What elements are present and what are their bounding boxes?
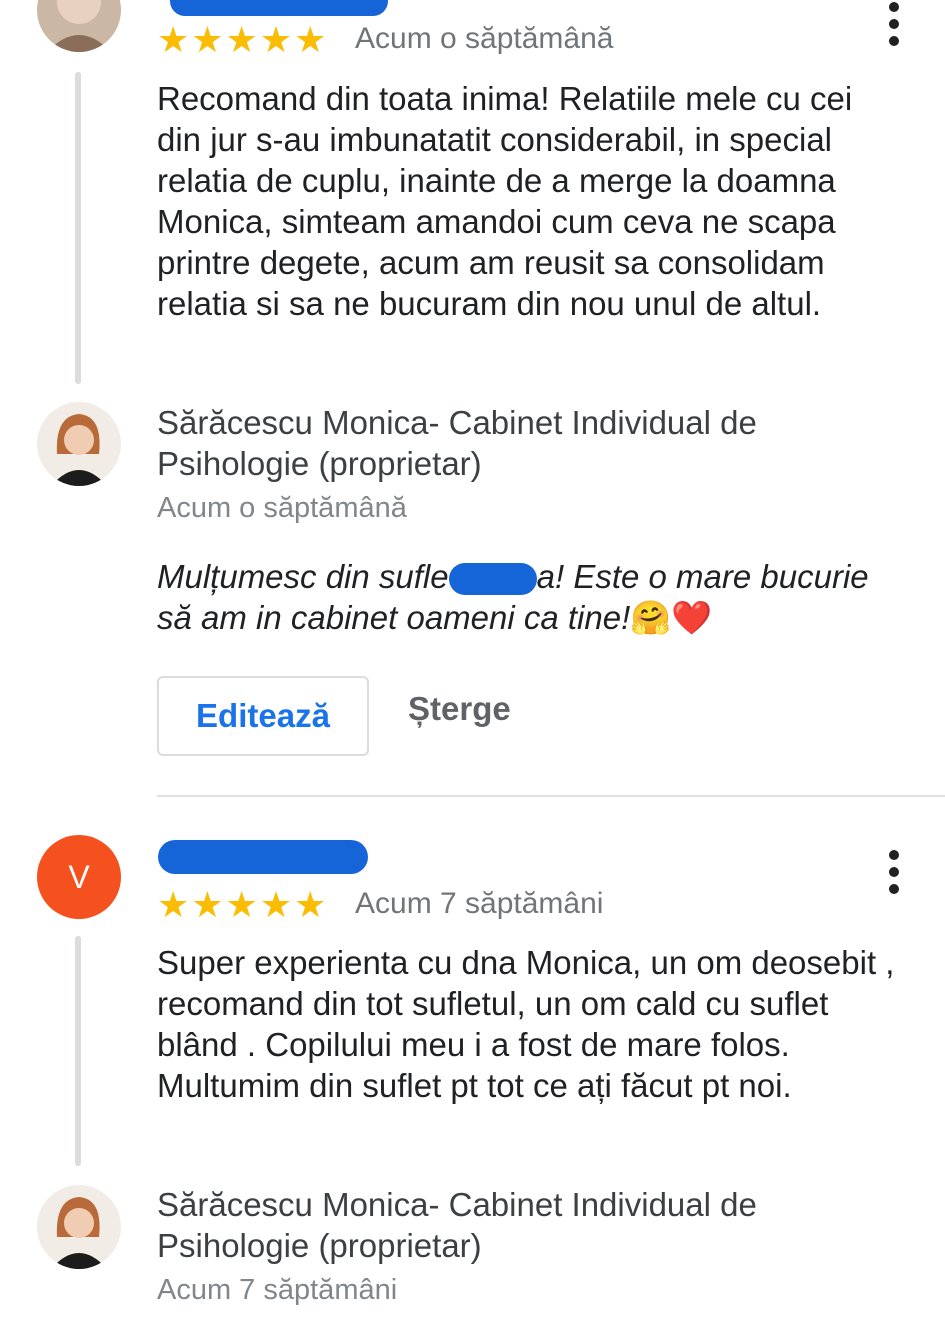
hug-heart-emoji: 🤗❤️: [630, 599, 713, 636]
review-text: Recomand din toata inima! Relatiile mele…: [157, 80, 853, 322]
thread-line: [75, 72, 81, 384]
more-options-icon[interactable]: [882, 2, 906, 46]
review-time: Acum 7 săptămâni: [355, 887, 604, 920]
redacted-name: [448, 563, 537, 596]
review-divider: [157, 795, 945, 797]
owner-reply-time: Acum o săptămână: [157, 492, 407, 524]
edit-reply-button[interactable]: Editează: [157, 676, 369, 756]
owner-avatar: [37, 1185, 121, 1269]
owner-reply-text: Mulțumesc din sufle a! Este o mare bucuri…: [157, 556, 897, 638]
review-time: Acum o săptămână: [355, 22, 614, 55]
owner-name: Sărăcescu Monica- Cabinet Individual de …: [157, 1186, 757, 1264]
redacted-reviewer-name: [158, 840, 368, 874]
review-text: Super experienta cu dna Monica, un om de…: [157, 944, 895, 1104]
thread-line: [75, 936, 81, 1166]
redacted-reviewer-name: [170, 0, 388, 16]
more-options-icon[interactable]: [882, 850, 906, 894]
delete-reply-button[interactable]: Șterge: [408, 690, 511, 728]
rating-stars: ★★★★★: [157, 884, 329, 925]
owner-reply-time: Acum 7 săptămâni: [157, 1274, 398, 1306]
rating-stars: ★★★★★: [157, 19, 329, 60]
owner-avatar: [37, 402, 121, 486]
reviewer-avatar: [37, 0, 121, 52]
owner-name: Sărăcescu Monica- Cabinet Individual de …: [157, 404, 757, 482]
reviewer-avatar-letter: V: [37, 835, 121, 919]
reply-text-start: Mulțumesc din sufle: [157, 558, 449, 595]
